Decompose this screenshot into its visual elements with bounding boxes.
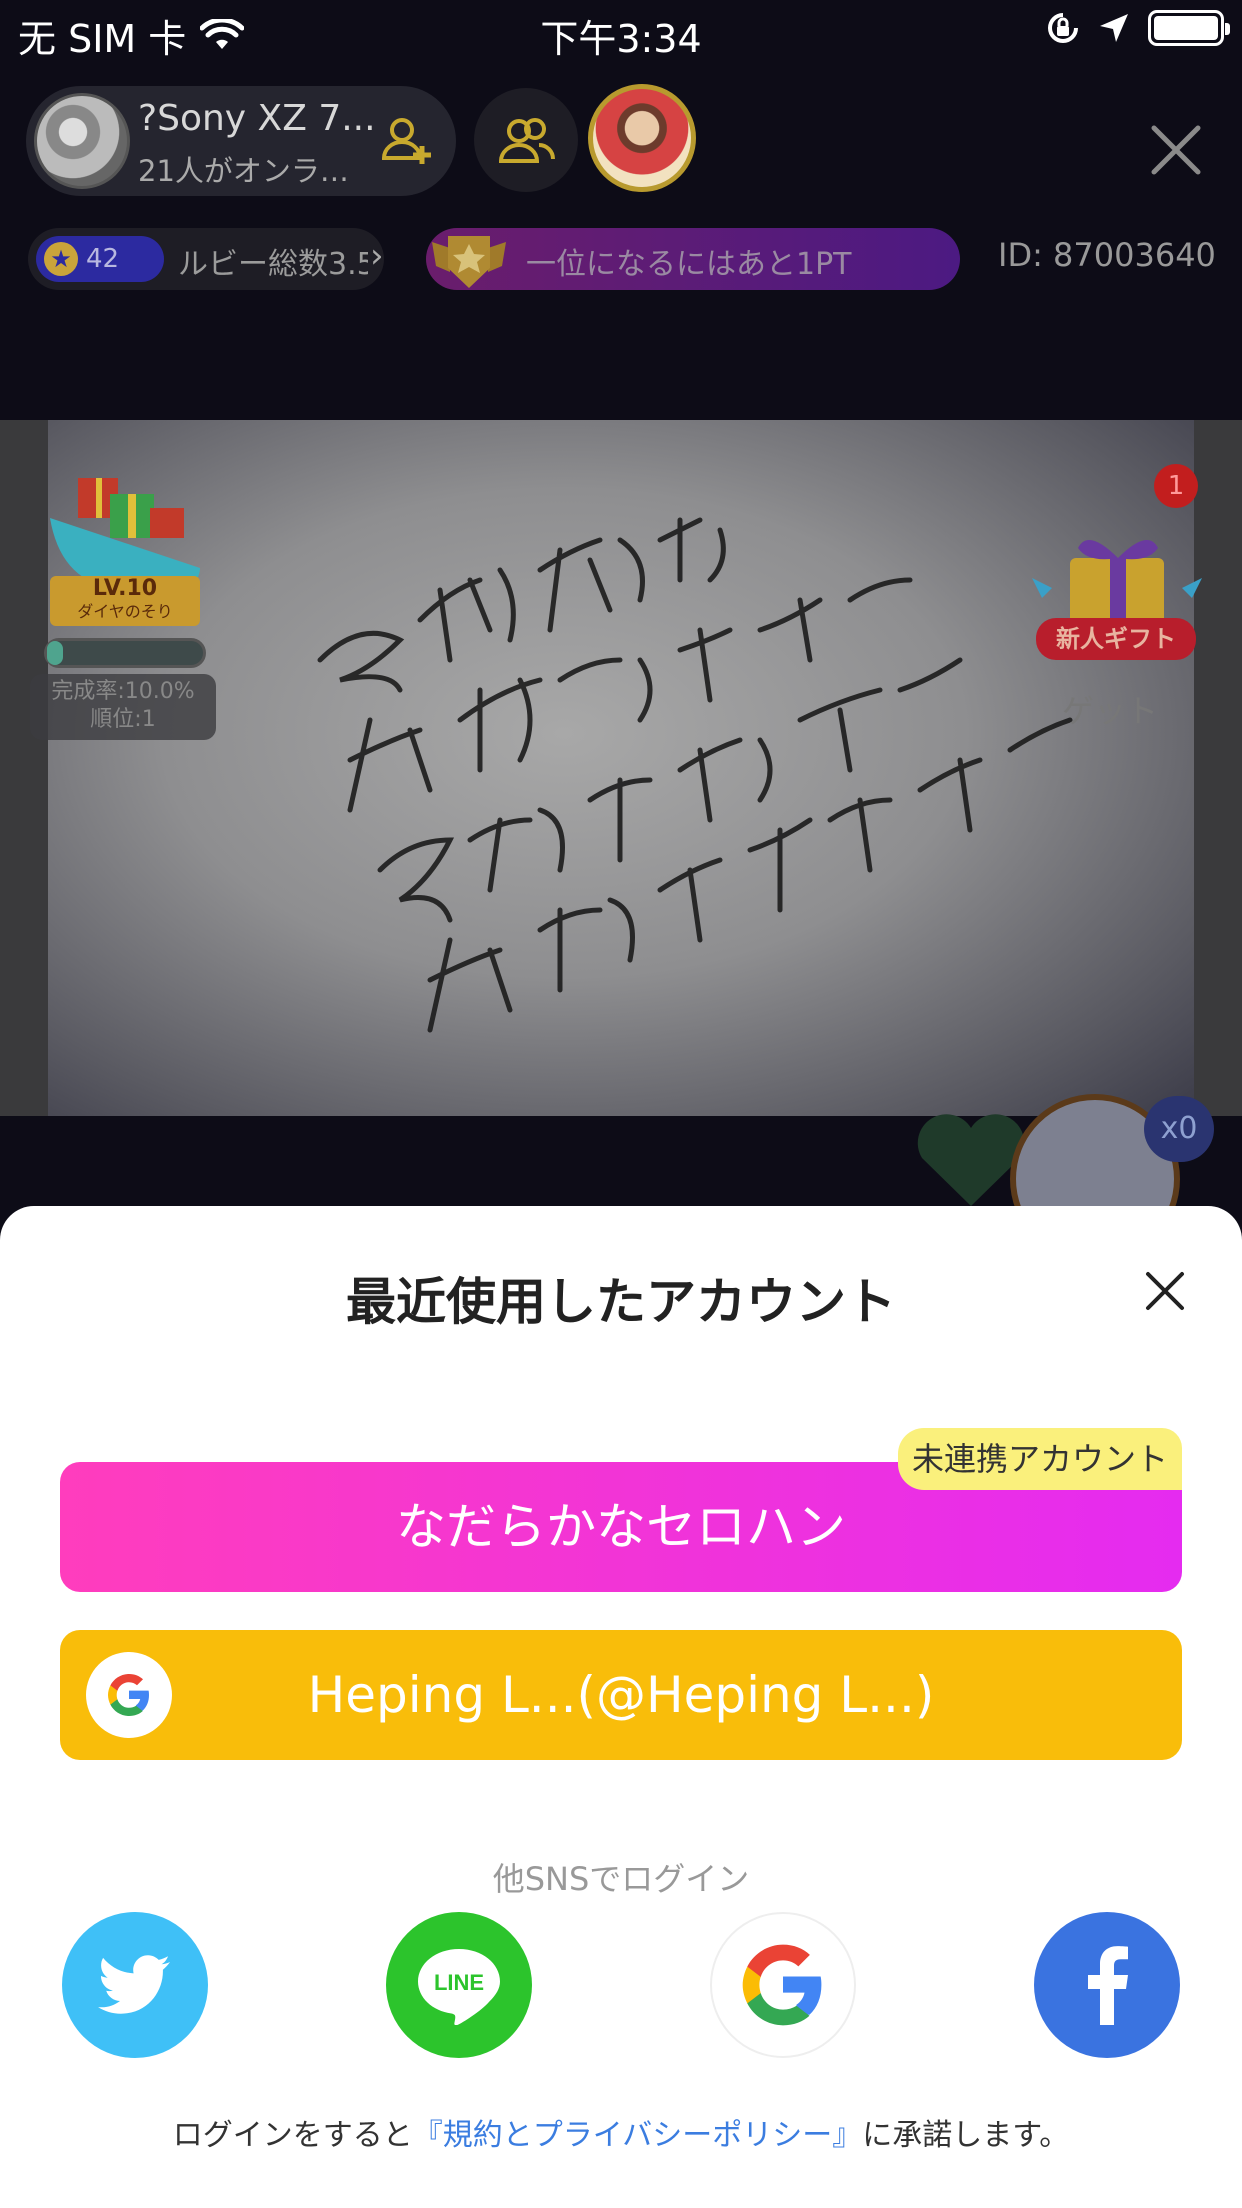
newbie-notification-badge: 1 (1154, 464, 1198, 508)
facebook-login-button[interactable] (1034, 1912, 1180, 2058)
newbie-get-label[interactable]: ゲット (1062, 686, 1158, 732)
location-icon (1100, 14, 1128, 42)
line-icon: LINE (418, 1949, 500, 2025)
chevron-right-icon: › (370, 236, 384, 276)
sheet-title: 最近使用したアカウント (346, 1273, 896, 1331)
online-count: 21人がオンラ… (138, 154, 349, 188)
line-login-button[interactable]: LINE (386, 1912, 532, 2058)
terms-notice: ログインをすると『規約とプライバシーポリシー』に承諾します。 (0, 2110, 1242, 2154)
mission-status[interactable]: 完成率:10.0% 順位:1 (30, 674, 216, 740)
twitter-icon (98, 1955, 170, 2014)
account-sheet: 最近使用したアカウント なだらかなセロハン 未連携アカウント Heping L.… (0, 1206, 1242, 2208)
ruby-label: ルビー総数3.5 (178, 247, 368, 282)
group-icon (498, 118, 555, 163)
add-follow-icon[interactable] (378, 112, 438, 172)
rank-position: 順位:1 (90, 707, 156, 732)
rank-badge-icon (432, 236, 506, 288)
google-badge (86, 1652, 172, 1738)
level-progress (44, 638, 206, 668)
completion-rate: 完成率:10.0% (51, 679, 195, 704)
level-name: ダイヤのそり (77, 602, 173, 621)
facebook-icon (1088, 1946, 1128, 2025)
level-progress-fill (47, 641, 63, 665)
google-account-button[interactable]: Heping L...(@Heping L...) (60, 1630, 1182, 1760)
host-name: ?Sony XZ 7... (138, 98, 376, 139)
google-icon (742, 1944, 822, 2026)
host-info[interactable]: ?Sony XZ 7... 21人がオンラ… (26, 86, 456, 196)
level-value: LV.10 (92, 576, 158, 601)
close-icon[interactable] (1140, 1266, 1190, 1316)
rank-banner[interactable]: 一位になるにはあと1PT (426, 228, 960, 290)
newbie-gift-label[interactable]: 新人ギフト (1036, 618, 1196, 660)
twitter-login-button[interactable] (62, 1912, 208, 2058)
rotation-lock-icon (1048, 13, 1078, 43)
ball-count: x0 (1144, 1096, 1214, 1162)
level-label: LV.10 ダイヤのそり (50, 576, 200, 626)
terms-link[interactable]: 『規約とプライバシーポリシー』 (413, 2118, 862, 2153)
rank-text: 一位になるにはあと1PT (526, 247, 852, 282)
host-avatar[interactable] (34, 93, 130, 189)
terms-prefix: ログインをすると (172, 2118, 413, 2153)
ruby-badge: ★ 42 (36, 236, 164, 282)
status-bar: 无 SIM 卡 下午3:34 (0, 0, 1242, 61)
group-button[interactable] (474, 88, 578, 192)
status-icons (1046, 10, 1230, 46)
viewer-avatar[interactable] (588, 84, 696, 192)
unlinked-account-tag: 未連携アカウント (898, 1428, 1182, 1490)
other-sns-label: 他SNSでログイン (492, 1860, 750, 1898)
terms-suffix: に承諾します。 (862, 2118, 1070, 2153)
google-icon (108, 1674, 149, 1716)
ruby-total[interactable]: ★ 42 ルビー総数3.5 › (28, 228, 384, 290)
svg-text:LINE: LINE (434, 1970, 484, 1995)
close-icon[interactable] (1148, 122, 1204, 178)
google-login-button[interactable] (710, 1912, 856, 2058)
battery-icon (1148, 10, 1230, 46)
live-id: ID: 87003640 (998, 236, 1216, 274)
ruby-count: 42 (86, 244, 120, 274)
google-account-label: Heping L...(@Heping L...) (307, 1666, 935, 1724)
star-icon: ★ (44, 242, 78, 276)
